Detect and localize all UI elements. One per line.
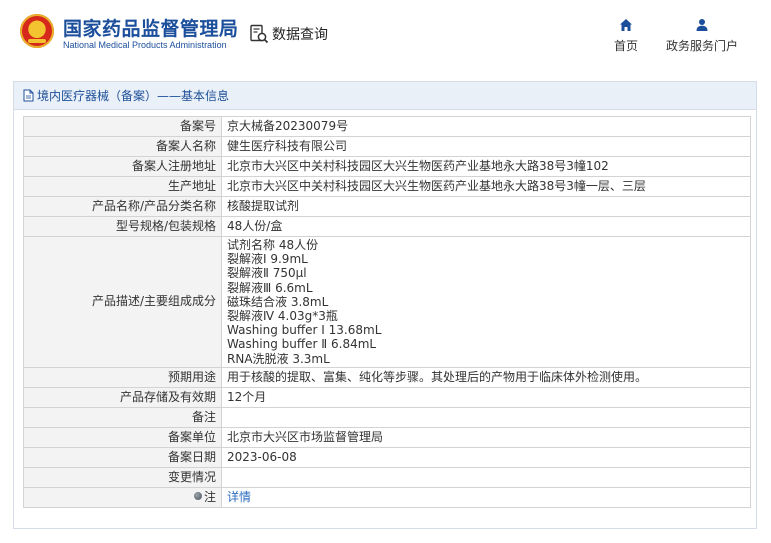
- table-row: 型号规格/包装规格 48人份/盒: [23, 216, 751, 237]
- document-search-icon: [250, 24, 269, 44]
- org-name-en: National Medical Products Administration: [63, 40, 227, 50]
- data-query-link[interactable]: 数据查询: [249, 24, 328, 44]
- row-value-filing-unit: 北京市大兴区市场监督管理局: [221, 426, 751, 448]
- description-line: Washing buffer Ⅱ 6.84mL: [227, 337, 377, 352]
- description-line: RNA洗脱液 3.3mL: [227, 351, 330, 366]
- row-label-registered-address: 备案人注册地址: [23, 156, 222, 177]
- description-line: 裂解液Ⅱ 750μl: [227, 266, 307, 281]
- table-row: 备案人注册地址 北京市大兴区中关村科技园区大兴生物医药产业基地永大路38号3幢1…: [23, 156, 751, 177]
- table-row: 产品存储及有效期 12个月: [23, 386, 751, 408]
- row-value-product-name: 核酸提取试剂: [221, 196, 751, 217]
- row-label-intended-use: 预期用途: [23, 366, 222, 388]
- row-value-description: 试剂名称 48人份 裂解液Ⅰ 9.9mL 裂解液Ⅱ 750μl 裂解液Ⅲ 6.6…: [221, 236, 751, 368]
- document-icon: [23, 89, 34, 102]
- row-label-filing-unit: 备案单位: [23, 426, 222, 448]
- nav-home[interactable]: 首页: [609, 18, 643, 54]
- row-label-description: 产品描述/主要组成成分: [23, 236, 222, 368]
- basic-info-panel: 境内医疗器械（备案）——基本信息 备案号 京大械备20230079号 备案人名称…: [13, 81, 757, 529]
- description-line: 试剂名称 48人份: [227, 238, 319, 252]
- description-line: 裂解液Ⅰ 9.9mL: [227, 252, 308, 267]
- nav-home-label: 首页: [613, 39, 638, 53]
- row-label-remarks: 备注: [23, 406, 222, 428]
- bullet-icon: [193, 492, 202, 501]
- table-row: 备案人名称 健生医疗科技有限公司: [23, 136, 751, 157]
- row-value-intended-use: 用于核酸的提取、富集、纯化等步骤。其处理后的产物用于临床体外检测使用。: [221, 366, 751, 388]
- data-query-label: 数据查询: [272, 27, 328, 43]
- panel-header: 境内医疗器械（备案）——基本信息: [14, 82, 756, 110]
- table-row: 预期用途 用于核酸的提取、富集、纯化等步骤。其处理后的产物用于临床体外检测使用。: [23, 366, 751, 388]
- row-label-note: 注: [23, 486, 222, 508]
- description-line: 磁珠结合液 3.8mL: [227, 294, 329, 309]
- row-label-filer-name: 备案人名称: [23, 136, 222, 157]
- row-value-remarks: [221, 406, 751, 428]
- details-link[interactable]: 详情: [227, 490, 251, 504]
- description-line: 裂解液Ⅲ 6.6mL: [227, 280, 313, 295]
- row-label-filing-date: 备案日期: [23, 446, 222, 468]
- row-label-record-number: 备案号: [23, 116, 222, 137]
- row-value-registered-address: 北京市大兴区中关村科技园区大兴生物医药产业基地永大路38号3幢102: [221, 156, 751, 177]
- table-row: 产品名称/产品分类名称 核酸提取试剂: [23, 196, 751, 217]
- table-row: 备案号 京大械备20230079号: [23, 116, 751, 137]
- description-line: Washing buffer Ⅰ 13.68mL: [227, 323, 382, 338]
- row-label-changes: 变更情况: [23, 466, 222, 488]
- table-row: 变更情况: [23, 466, 751, 488]
- row-label-model-spec: 型号规格/包装规格: [23, 216, 222, 237]
- description-line: 裂解液Ⅳ 4.03g*3瓶: [227, 309, 338, 324]
- table-row: 注 详情: [23, 486, 751, 508]
- row-value-filer-name: 健生医疗科技有限公司: [221, 136, 751, 157]
- nav-portal-label: 政务服务门户: [665, 39, 738, 53]
- row-value-note: 详情: [221, 486, 751, 508]
- row-value-changes: [221, 466, 751, 488]
- note-label-text: 注: [203, 489, 216, 504]
- row-value-record-number: 京大械备20230079号: [221, 116, 751, 137]
- table-row: 备案单位 北京市大兴区市场监督管理局: [23, 426, 751, 448]
- row-value-filing-date: 2023-06-08: [221, 446, 751, 468]
- table-row: 备案日期 2023-06-08: [23, 446, 751, 468]
- table-row: 备注: [23, 406, 751, 428]
- info-table: 备案号 京大械备20230079号 备案人名称 健生医疗科技有限公司 备案人注册…: [23, 116, 751, 508]
- row-label-product-name: 产品名称/产品分类名称: [23, 196, 222, 217]
- row-label-production-address: 生产地址: [23, 176, 222, 197]
- row-label-storage: 产品存储及有效期: [23, 386, 222, 408]
- national-emblem-logo: [20, 14, 54, 48]
- org-name-cn: 国家药品监督管理局: [63, 18, 239, 40]
- row-value-storage: 12个月: [221, 386, 751, 408]
- table-row: 生产地址 北京市大兴区中关村科技园区大兴生物医药产业基地永大路38号3幢一层、三…: [23, 176, 751, 197]
- panel-title: 境内医疗器械（备案）——基本信息: [37, 89, 230, 103]
- row-value-model-spec: 48人份/盒: [221, 216, 751, 237]
- home-icon: [620, 19, 632, 31]
- nav-service-portal[interactable]: 政务服务门户: [663, 18, 741, 54]
- site-header: 国家药品监督管理局 National Medical Products Admi…: [0, 0, 771, 70]
- user-icon: [696, 19, 708, 31]
- row-value-production-address: 北京市大兴区中关村科技园区大兴生物医药产业基地永大路38号3幢一层、三层: [221, 176, 751, 197]
- table-row: 产品描述/主要组成成分 试剂名称 48人份 裂解液Ⅰ 9.9mL 裂解液Ⅱ 75…: [23, 236, 751, 368]
